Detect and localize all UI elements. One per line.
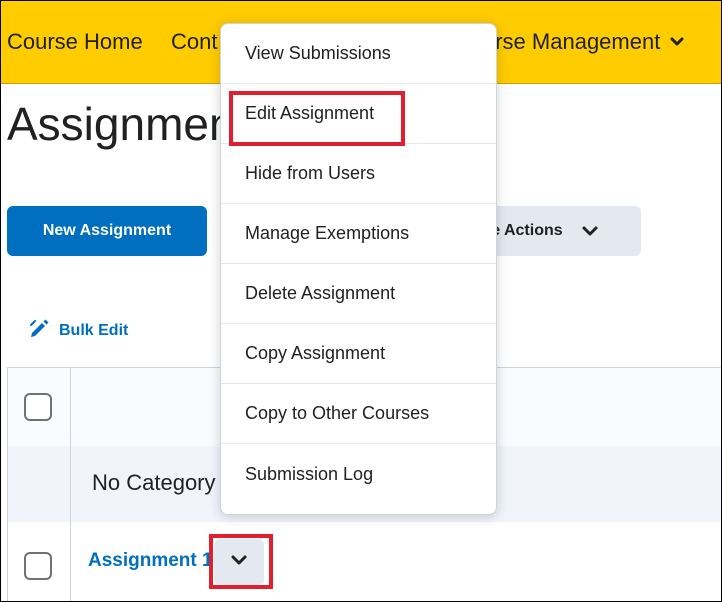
chevron-down-icon [670, 34, 684, 52]
menu-item-hide-from-users[interactable]: Hide from Users [221, 144, 496, 204]
menu-item-copy-assignment[interactable]: Copy Assignment [221, 324, 496, 384]
bulk-edit-button[interactable]: Bulk Edit [29, 317, 128, 344]
menu-item-copy-to-other-courses[interactable]: Copy to Other Courses [221, 384, 496, 444]
new-assignment-button[interactable]: New Assignment [7, 206, 207, 256]
column-divider [70, 522, 71, 601]
pencil-icon [29, 317, 59, 344]
nav-course-home[interactable]: Course Home [7, 29, 143, 55]
nav-content[interactable]: Cont [171, 29, 217, 55]
menu-item-view-submissions[interactable]: View Submissions [221, 24, 496, 84]
nav-course-management-label: urse Management [483, 29, 661, 54]
assignment-link[interactable]: Assignment 1 [88, 550, 213, 572]
menu-item-delete-assignment[interactable]: Delete Assignment [221, 264, 496, 324]
menu-item-manage-exemptions[interactable]: Manage Exemptions [221, 204, 496, 264]
row-select-checkbox[interactable] [24, 552, 52, 580]
column-divider [70, 446, 71, 522]
category-label: No Category [92, 470, 216, 495]
page-title: Assignmen [7, 98, 235, 150]
bulk-edit-label: Bulk Edit [59, 321, 129, 339]
highlight-box [229, 91, 405, 146]
column-divider [70, 368, 71, 446]
table-row: Assignment 1 [8, 522, 721, 601]
menu-item-submission-log[interactable]: Submission Log [221, 444, 496, 504]
highlight-box [209, 534, 273, 589]
screenshot-frame: Course Home Cont urse Management Assignm… [0, 0, 722, 602]
chevron-down-icon [581, 225, 599, 237]
select-all-checkbox[interactable] [24, 393, 52, 421]
nav-course-management[interactable]: urse Management [483, 29, 684, 55]
